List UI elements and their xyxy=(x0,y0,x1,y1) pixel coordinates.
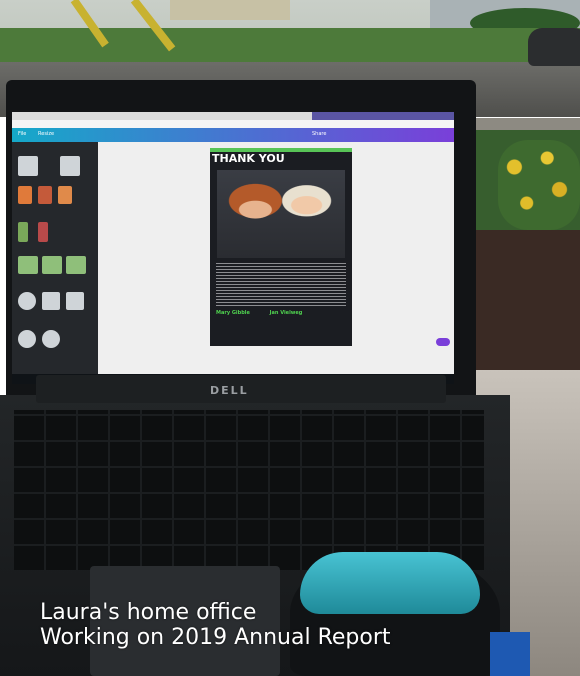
caption-line-2: Working on 2019 Annual Report xyxy=(40,625,391,650)
car xyxy=(528,28,580,66)
report-body-text xyxy=(216,262,346,308)
laptop-logo: DELL xyxy=(210,384,249,397)
photo-caption: Laura's home office Working on 2019 Annu… xyxy=(40,600,480,650)
menu-item: Share xyxy=(312,131,327,137)
address-bar xyxy=(12,120,454,128)
photo: File Resize Share THANK YOU Mary Gibble … xyxy=(0,0,580,676)
menu-item: Resize xyxy=(38,131,55,137)
portrait-photo xyxy=(217,170,345,258)
flower-bed xyxy=(470,230,580,380)
intel-sticker xyxy=(490,632,530,676)
editor-menubar: File Resize Share xyxy=(12,128,454,142)
name-2: Jan Vielweg xyxy=(269,310,303,316)
laptop-screen: File Resize Share THANK YOU Mary Gibble … xyxy=(12,112,454,384)
browser-tabs xyxy=(12,112,312,120)
menu-item: File xyxy=(18,131,27,137)
name-1: Mary Gibble xyxy=(216,310,250,316)
report-names: Mary Gibble Jan Vielweg xyxy=(216,310,346,316)
caption-line-1: Laura's home office xyxy=(40,600,257,625)
house xyxy=(170,0,290,20)
keyboard xyxy=(14,410,484,570)
help-button xyxy=(436,338,450,346)
editor-sidebar xyxy=(12,142,98,384)
report-heading: THANK YOU xyxy=(212,152,285,165)
flowers xyxy=(498,140,580,230)
